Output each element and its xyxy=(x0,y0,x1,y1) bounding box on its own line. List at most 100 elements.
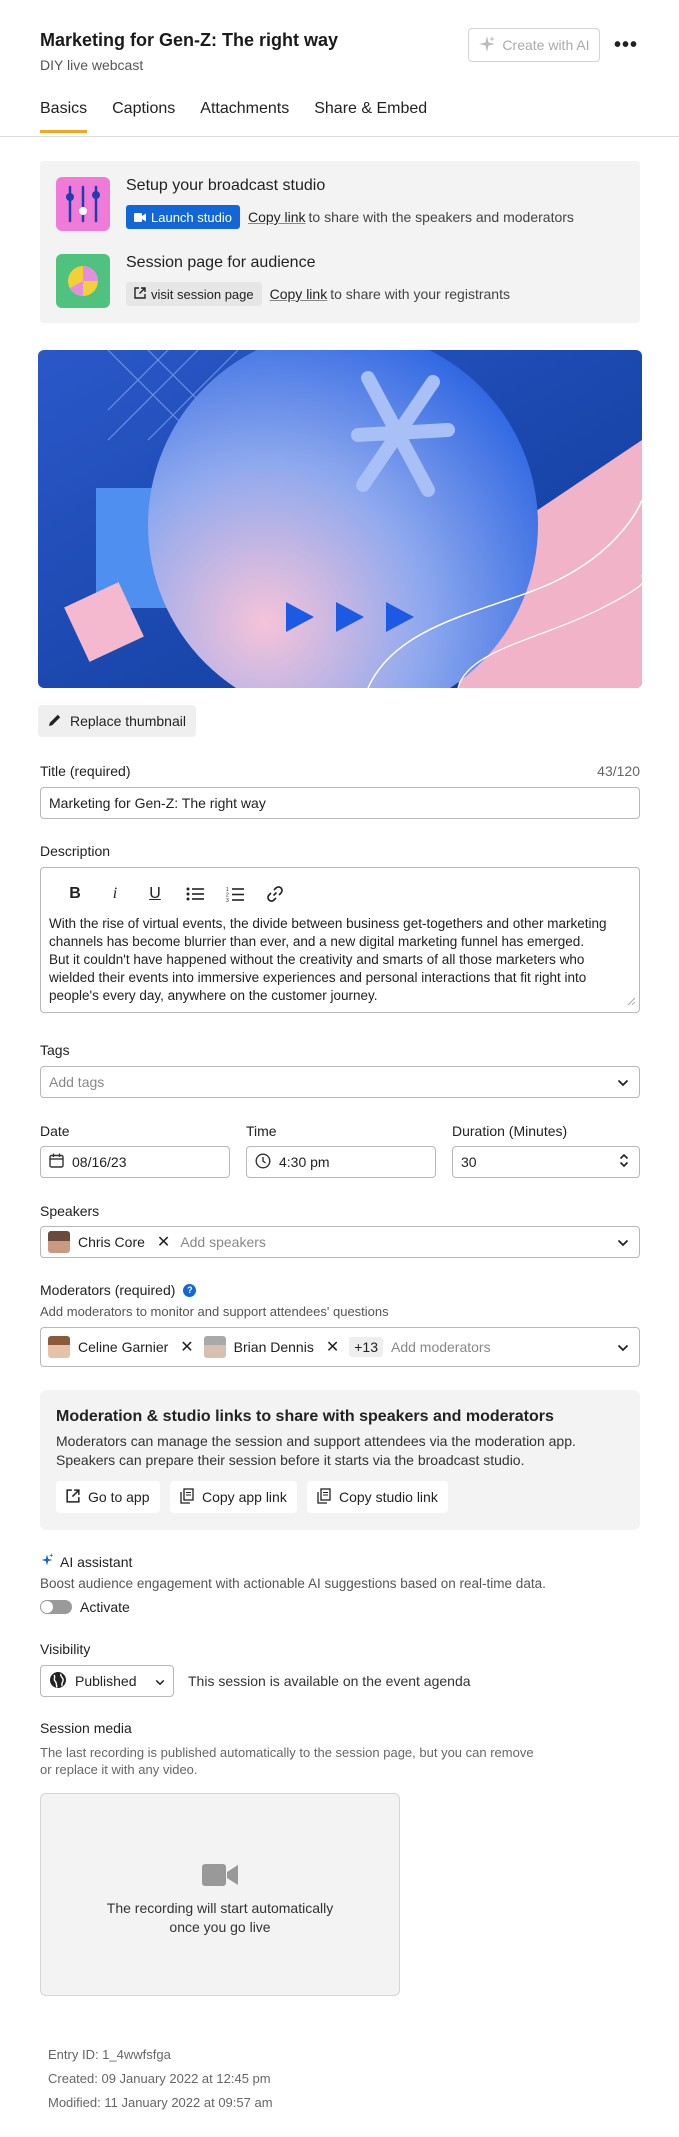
more-moderators-badge[interactable]: +13 xyxy=(349,1337,383,1357)
video-camera-icon xyxy=(134,210,146,225)
date-label: Date xyxy=(40,1123,70,1139)
broadcast-copy-hint: to share with the speakers and moderator… xyxy=(308,209,574,225)
visibility-select[interactable]: Published xyxy=(40,1665,174,1697)
moderator-chip: Brian Dennis ✕ xyxy=(203,1336,339,1358)
chevron-down-icon xyxy=(617,1339,629,1355)
go-to-app-button[interactable]: Go to app xyxy=(56,1481,160,1513)
resize-handle-icon[interactable] xyxy=(627,992,636,1008)
modified-date: Modified: 11 January 2022 at 09:57 am xyxy=(48,2095,273,2110)
more-icon: ••• xyxy=(613,33,638,56)
avatar xyxy=(48,1231,70,1253)
session-media-label: Session media xyxy=(40,1720,132,1736)
moderators-placeholder: Add moderators xyxy=(390,1339,491,1355)
close-icon[interactable]: ✕ xyxy=(180,1337,193,1357)
stepper-icon[interactable] xyxy=(619,1153,629,1172)
sparkle-icon xyxy=(478,35,496,56)
visit-session-page-button[interactable]: visit session page xyxy=(126,282,262,306)
description-label: Description xyxy=(40,843,111,859)
description-paragraph-2: But it couldn't have happened without th… xyxy=(49,952,587,1003)
description-editor[interactable]: B i U 123 With the rise of virtual event… xyxy=(40,867,640,1013)
speakers-input[interactable]: Chris Core ✕ Add speakers xyxy=(40,1226,640,1258)
tab-attachments[interactable]: Attachments xyxy=(200,100,289,132)
close-icon[interactable]: ✕ xyxy=(326,1337,339,1357)
ai-activate-label: Activate xyxy=(80,1599,130,1615)
launch-studio-button[interactable]: Launch studio xyxy=(126,205,240,229)
session-actions: visit session page Copy link to share wi… xyxy=(126,282,510,306)
time-label: Time xyxy=(246,1123,277,1139)
time-input[interactable]: 4:30 pm xyxy=(246,1146,436,1178)
avatar xyxy=(203,1336,226,1358)
tags-placeholder: Add tags xyxy=(49,1074,105,1090)
tab-captions[interactable]: Captions xyxy=(112,100,175,132)
underline-icon[interactable]: U xyxy=(135,881,175,907)
broadcast-title: Setup your broadcast studio xyxy=(126,177,326,194)
copy-session-link[interactable]: Copy link xyxy=(270,286,328,302)
bold-icon[interactable]: B xyxy=(55,881,95,907)
copy-app-link-label: Copy app link xyxy=(202,1489,287,1505)
tags-input[interactable]: Add tags xyxy=(40,1066,640,1098)
external-link-icon xyxy=(134,286,146,302)
session-media-hint-line: The last recording is published automati… xyxy=(40,1745,534,1760)
copy-studio-link-button[interactable]: Copy studio link xyxy=(307,1481,448,1513)
tags-label: Tags xyxy=(40,1042,70,1058)
create-with-ai-button[interactable]: Create with AI xyxy=(468,28,600,62)
copy-app-link-button[interactable]: Copy app link xyxy=(170,1481,297,1513)
link-icon[interactable] xyxy=(255,881,295,907)
recording-placeholder: The recording will start automatically o… xyxy=(40,1793,400,1996)
speakers-label: Speakers xyxy=(40,1203,100,1219)
speakers-placeholder: Add speakers xyxy=(180,1234,266,1250)
title-input[interactable]: Marketing for Gen-Z: The right way xyxy=(40,787,640,819)
more-options-button[interactable]: ••• xyxy=(608,28,644,62)
recording-empty-text: The recording will start automatically o… xyxy=(41,1899,399,1937)
moderator-chip: Celine Garnier ✕ xyxy=(48,1336,194,1358)
ai-activate-row: Activate xyxy=(40,1599,130,1615)
close-icon[interactable]: ✕ xyxy=(157,1232,170,1252)
session-copy-hint: to share with your registrants xyxy=(330,286,510,302)
tab-share-embed[interactable]: Share & Embed xyxy=(314,100,427,132)
recording-empty-line: once you go live xyxy=(169,1919,271,1935)
session-thumbnail xyxy=(38,350,642,688)
calendar-icon xyxy=(49,1153,64,1171)
visibility-value: Published xyxy=(75,1673,137,1689)
clock-icon xyxy=(255,1152,271,1172)
duration-value: 30 xyxy=(461,1154,477,1170)
recording-empty-line: The recording will start automatically xyxy=(106,1900,334,1916)
broadcast-actions: Launch studio Copy link to share with th… xyxy=(126,205,574,229)
session-media-hint: The last recording is published automati… xyxy=(40,1744,534,1778)
moderator-name: Celine Garnier xyxy=(78,1339,169,1355)
moderators-label-row: Moderators (required) ? xyxy=(40,1282,197,1298)
studio-links-panel: Setup your broadcast studio Launch studi… xyxy=(40,161,640,323)
title-input-value: Marketing for Gen-Z: The right way xyxy=(49,795,266,811)
help-icon[interactable]: ? xyxy=(183,1283,197,1297)
replace-thumbnail-button[interactable]: Replace thumbnail xyxy=(38,705,196,737)
bullet-list-icon[interactable] xyxy=(175,881,215,907)
moderator-name: Brian Dennis xyxy=(233,1339,314,1355)
time-value: 4:30 pm xyxy=(279,1154,330,1170)
date-value: 08/16/23 xyxy=(72,1154,127,1170)
moderators-input[interactable]: Celine Garnier ✕ Brian Dennis ✕ +13 Add … xyxy=(40,1327,640,1367)
svg-text:3: 3 xyxy=(226,898,229,902)
chevron-down-icon xyxy=(617,1234,629,1250)
session-page-icon xyxy=(56,254,110,308)
video-camera-icon xyxy=(202,1864,238,1889)
moderators-label: Moderators (required) xyxy=(40,1282,176,1298)
moderators-hint: Add moderators to monitor and support at… xyxy=(40,1304,389,1319)
copy-broadcast-link[interactable]: Copy link xyxy=(248,209,306,225)
moderation-text-line: Moderators can manage the session and su… xyxy=(56,1433,576,1449)
ai-activate-toggle[interactable] xyxy=(40,1600,72,1614)
duration-input[interactable]: 30 xyxy=(452,1146,640,1178)
ai-assistant-header: AI assistant xyxy=(40,1553,132,1570)
sparkle-icon xyxy=(40,1553,54,1570)
page-title: Marketing for Gen-Z: The right way xyxy=(40,30,339,50)
ai-assistant-title: AI assistant xyxy=(60,1553,133,1570)
date-input[interactable]: 08/16/23 xyxy=(40,1146,230,1178)
tab-basics[interactable]: Basics xyxy=(40,100,88,133)
tab-bar: Basics Captions Attachments Share & Embe… xyxy=(40,100,452,133)
visibility-label: Visibility xyxy=(40,1641,91,1657)
italic-icon[interactable]: i xyxy=(95,881,135,907)
broadcast-studio-icon xyxy=(56,177,110,231)
create-with-ai-label: Create with AI xyxy=(502,37,590,53)
copy-studio-link-label: Copy studio link xyxy=(339,1489,438,1505)
numbered-list-icon[interactable]: 123 xyxy=(215,881,255,907)
speaker-name: Chris Core xyxy=(78,1234,145,1250)
